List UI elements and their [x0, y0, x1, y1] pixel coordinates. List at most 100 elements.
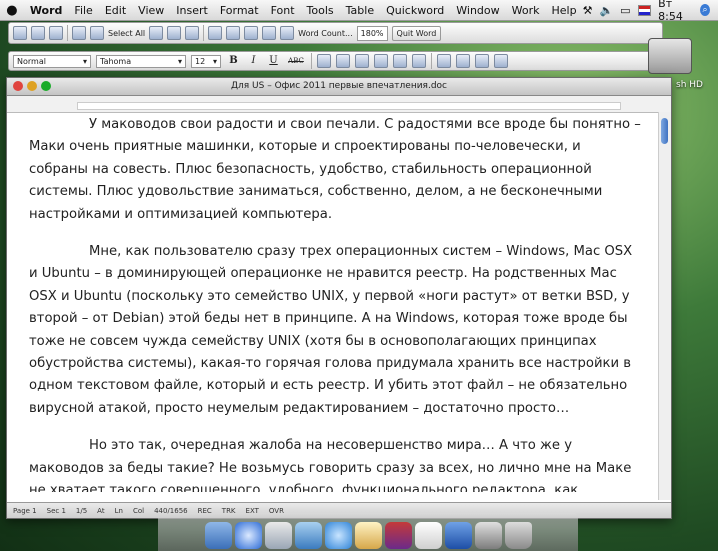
- menu-help[interactable]: Help: [546, 4, 583, 17]
- status-line: Ln: [114, 506, 123, 515]
- font-size-select[interactable]: 12 ▾: [191, 54, 221, 68]
- menu-format[interactable]: Format: [214, 4, 265, 17]
- chevron-down-icon: ▾: [82, 56, 87, 66]
- status-section: Sec 1: [46, 506, 66, 515]
- redo-icon[interactable]: [226, 26, 241, 40]
- menu-bar: ● Word File Edit View Insert Format Font…: [0, 0, 718, 23]
- standard-toolbar: Select All Word Count... 180% Quit Word: [8, 22, 663, 44]
- increase-indent-icon[interactable]: [494, 54, 508, 68]
- new-document-icon[interactable]: [13, 26, 27, 40]
- quit-word-button[interactable]: Quit Word: [391, 25, 442, 41]
- strikethrough-button[interactable]: ABC: [286, 54, 306, 68]
- font-size-value: 12: [195, 56, 206, 66]
- volume-icon[interactable]: 🔈: [599, 4, 613, 17]
- word-icon[interactable]: [444, 522, 472, 549]
- spotlight-icon[interactable]: ⌕: [700, 4, 710, 16]
- word-count-button[interactable]: Word Count...: [298, 29, 353, 38]
- tools-icon[interactable]: ⚒: [583, 4, 593, 17]
- document-window: Для US – Офис 2011 первые впечатления.do…: [6, 77, 672, 519]
- chevron-down-icon: ▾: [212, 56, 217, 66]
- highlight-icon[interactable]: [393, 54, 407, 68]
- clock[interactable]: Вт 8:54: [658, 0, 693, 23]
- paragraph[interactable]: Мне, как пользователю сразу трех операци…: [29, 241, 643, 420]
- numbered-list-icon[interactable]: [437, 54, 451, 68]
- books-icon[interactable]: [384, 522, 412, 549]
- paste-icon[interactable]: [185, 26, 200, 40]
- paragraph[interactable]: Но это так, очередная жалоба на несоверш…: [29, 435, 643, 492]
- menu-tools[interactable]: Tools: [301, 4, 340, 17]
- menu-file[interactable]: File: [68, 4, 98, 17]
- paper-icon[interactable]: [414, 522, 442, 549]
- undo-icon[interactable]: [208, 26, 223, 40]
- photos-icon[interactable]: [294, 522, 322, 549]
- print-preview-icon[interactable]: [90, 26, 104, 40]
- close-icon[interactable]: [13, 81, 23, 91]
- hard-disk-label[interactable]: sh HD: [676, 80, 703, 90]
- formatting-toolbar: Normal ▾ Tahoma ▾ 12 ▾ B I U ABC: [8, 51, 663, 71]
- align-center-icon[interactable]: [336, 54, 350, 68]
- menu-word[interactable]: Word: [24, 4, 69, 17]
- finder-icon[interactable]: [204, 522, 232, 549]
- justify-icon[interactable]: [374, 54, 388, 68]
- font-select[interactable]: Tahoma ▾: [96, 54, 186, 68]
- status-at: At: [97, 506, 105, 515]
- bulleted-list-icon[interactable]: [456, 54, 470, 68]
- menu-work[interactable]: Work: [506, 4, 546, 17]
- zoom-select[interactable]: 180%: [356, 25, 388, 41]
- select-all-button[interactable]: Select All: [108, 29, 145, 38]
- window-controls: [13, 81, 51, 91]
- scroll-thumb[interactable]: [661, 118, 668, 144]
- align-right-icon[interactable]: [355, 54, 369, 68]
- decrease-indent-icon[interactable]: [475, 54, 489, 68]
- align-left-icon[interactable]: [317, 54, 331, 68]
- safari-icon[interactable]: [234, 522, 262, 549]
- battery-icon[interactable]: ▭: [620, 4, 630, 17]
- smiley-icon[interactable]: [280, 26, 295, 40]
- menu-table[interactable]: Table: [340, 4, 380, 17]
- gallery-icon[interactable]: [262, 26, 277, 40]
- bold-button[interactable]: B: [226, 54, 241, 68]
- toolbar-divider: [431, 53, 432, 69]
- paragraph[interactable]: У маководов свои радости и свои печали. …: [29, 114, 643, 226]
- toolbar-divider: [203, 25, 205, 41]
- toolbar-divider: [67, 25, 68, 41]
- print-icon[interactable]: [72, 26, 86, 40]
- ruler-strip: [77, 102, 621, 110]
- menu-view[interactable]: View: [132, 4, 170, 17]
- font-value: Tahoma: [100, 56, 132, 66]
- font-color-icon[interactable]: [412, 54, 426, 68]
- menu-edit[interactable]: Edit: [99, 4, 132, 17]
- toolbar-divider: [311, 53, 312, 69]
- style-value: Normal: [17, 56, 46, 66]
- globe-icon[interactable]: [244, 26, 259, 40]
- menu-insert[interactable]: Insert: [170, 4, 214, 17]
- italic-button[interactable]: I: [246, 54, 261, 68]
- chevron-down-icon: ▾: [177, 56, 182, 66]
- minimize-icon[interactable]: [27, 81, 37, 91]
- pen-icon[interactable]: [354, 522, 382, 549]
- style-select[interactable]: Normal ▾: [13, 54, 91, 68]
- music-icon[interactable]: [324, 522, 352, 549]
- status-pages: 1/5: [75, 506, 88, 515]
- copy-icon[interactable]: [167, 26, 182, 40]
- vertical-scrollbar[interactable]: [658, 112, 671, 500]
- ruler[interactable]: [7, 96, 671, 113]
- document-page[interactable]: У маководов свои радости и свои печали. …: [29, 114, 643, 492]
- input-source-flag-icon[interactable]: [637, 4, 652, 16]
- menu-window[interactable]: Window: [450, 4, 505, 17]
- apple-menu-icon[interactable]: ●: [0, 3, 24, 18]
- open-icon[interactable]: [31, 26, 45, 40]
- trash-icon[interactable]: [504, 522, 532, 549]
- window-title-bar[interactable]: Для US – Офис 2011 первые впечатления.do…: [7, 78, 671, 96]
- save-icon[interactable]: [49, 26, 63, 40]
- zoom-icon[interactable]: [41, 81, 51, 91]
- status-page: Page 1: [13, 506, 37, 515]
- menu-font[interactable]: Font: [265, 4, 301, 17]
- cut-icon[interactable]: [149, 26, 164, 40]
- underline-button[interactable]: U: [266, 54, 281, 68]
- menu-quickword[interactable]: Quickword: [380, 4, 450, 17]
- hard-disk-icon[interactable]: [648, 38, 692, 74]
- mail-icon[interactable]: [264, 522, 292, 549]
- status-column: Col: [132, 506, 145, 515]
- image-icon[interactable]: [474, 522, 502, 549]
